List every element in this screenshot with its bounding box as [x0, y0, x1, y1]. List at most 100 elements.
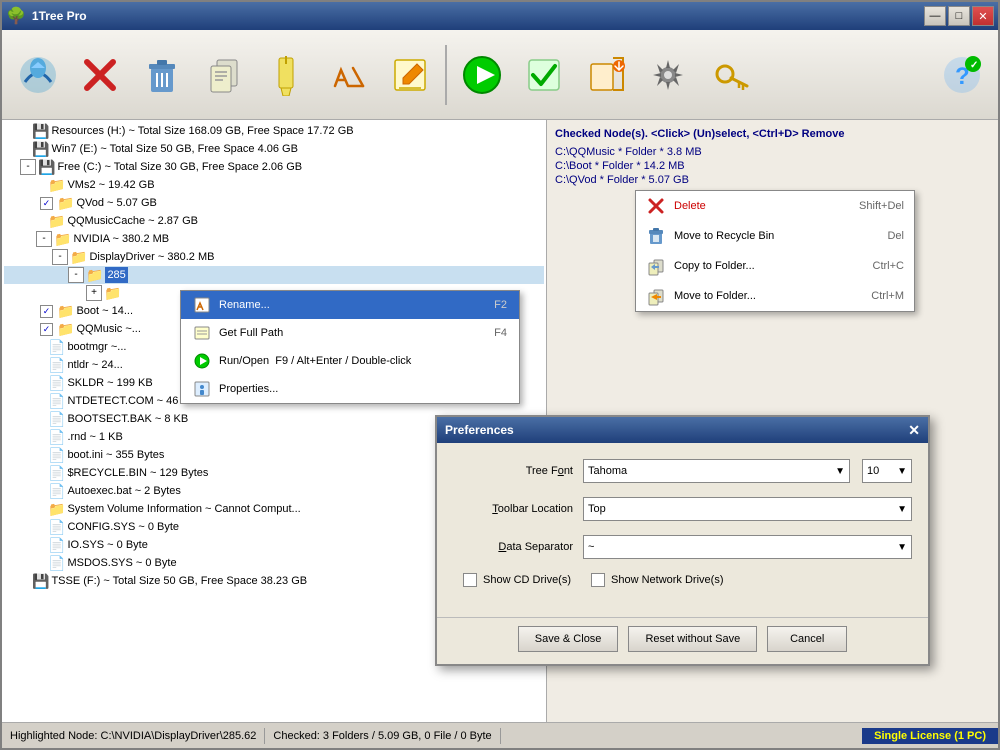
properties-context-icon — [193, 380, 211, 398]
folder-icon: 📁 — [48, 177, 65, 193]
tool-cut-button[interactable] — [256, 39, 316, 111]
cancel-button[interactable]: Cancel — [767, 626, 847, 652]
folder-icon: 📁 — [104, 285, 121, 301]
folder-icon: 📁 — [57, 321, 74, 337]
folder-icon: 📁 — [70, 249, 87, 265]
tree-checkbox[interactable]: ✓ — [40, 197, 53, 210]
preferences-close-button[interactable]: ✕ — [908, 422, 920, 439]
tree-item[interactable]: 📁 VMs2 ~ 19.42 GB — [4, 176, 544, 194]
tool-key-button[interactable] — [700, 39, 760, 111]
rc-copyfolder-label: Copy to Folder... — [674, 260, 865, 272]
tree-item-label: TSSE (F:) ~ Total Size 50 GB, Free Space… — [51, 573, 307, 589]
rc-recycle-item[interactable]: Move to Recycle Bin Del — [636, 221, 914, 251]
tree-item-label: NTDETECT.COM ~ 46 KB — [67, 393, 196, 409]
rc-recycle-label: Move to Recycle Bin — [674, 230, 879, 242]
tree-item-label: SKLDR ~ 199 KB — [67, 375, 152, 391]
tool-copy-button[interactable] — [194, 39, 254, 111]
tool-check-button[interactable] — [514, 39, 574, 111]
save-close-button[interactable]: Save & Close — [518, 626, 619, 652]
tree-expander[interactable]: - — [68, 267, 84, 283]
rename-input[interactable]: 285 — [105, 267, 127, 283]
context-fullpath-item[interactable]: Get Full Path F4 — [181, 319, 519, 347]
tree-checkbox[interactable]: ✓ — [40, 305, 53, 318]
file-icon: 📄 — [48, 447, 65, 463]
rc-copyfolder-item[interactable]: Copy to Folder... Ctrl+C — [636, 251, 914, 281]
tree-item-label: .rnd ~ 1 KB — [67, 429, 122, 445]
folder-icon: 📁 — [54, 231, 71, 247]
tool-export-button[interactable] — [576, 39, 636, 111]
rename-context-icon — [193, 296, 211, 314]
tool-settings-button[interactable] — [638, 39, 698, 111]
preferences-body: Tree Font Tahoma ▼ 10 ▼ Toolbar Location… — [437, 443, 928, 617]
tool-delete-button[interactable] — [70, 39, 130, 111]
tree-expander[interactable]: + — [86, 285, 102, 301]
info-line-2: C:\Boot * Folder * 14.2 MB — [555, 160, 990, 172]
toolbar-separator — [445, 45, 447, 105]
toolbar-location-select[interactable]: Top ▼ — [583, 497, 912, 521]
close-button[interactable]: ✕ — [972, 6, 994, 26]
file-icon: 📄 — [48, 537, 65, 553]
tree-item-label: Free (C:) ~ Total Size 30 GB, Free Space… — [57, 159, 302, 175]
rc-movefolder-shortcut: Ctrl+M — [871, 290, 904, 302]
tree-item[interactable]: 📁 QQMusicCache ~ 2.87 GB — [4, 212, 544, 230]
context-run-item[interactable]: Run/Open F9 / Alt+Enter / Double-click — [181, 347, 519, 375]
context-properties-item[interactable]: Properties... — [181, 375, 519, 403]
check-icon — [523, 54, 565, 96]
tree-expander[interactable]: - — [20, 159, 36, 175]
tree-item-label: QVod ~ 5.07 GB — [76, 195, 156, 211]
pref-checkboxes-row: Show CD Drive(s) Show Network Drive(s) — [453, 573, 912, 587]
data-separator-select[interactable]: ~ ▼ — [583, 535, 912, 559]
tree-font-value: Tahoma — [588, 465, 627, 477]
rc-movefolder-label: Move to Folder... — [674, 290, 863, 302]
file-icon: 📄 — [48, 357, 65, 373]
show-cd-checkbox[interactable] — [463, 573, 477, 587]
tree-item[interactable]: 💾 Win7 (E:) ~ Total Size 50 GB, Free Spa… — [4, 140, 544, 158]
tool-run-button[interactable] — [452, 39, 512, 111]
tree-expander[interactable]: - — [52, 249, 68, 265]
data-separator-value: ~ — [588, 541, 594, 553]
context-rename-item[interactable]: Rename... F2 — [181, 291, 519, 319]
show-network-checkbox[interactable] — [591, 573, 605, 587]
drive-icon: 💾 — [32, 123, 49, 139]
rc-delete-item[interactable]: Delete Shift+Del — [636, 191, 914, 221]
delete-icon — [79, 54, 121, 96]
tree-expander[interactable]: - — [36, 231, 52, 247]
tree-item-selected[interactable]: - 📁 285 — [4, 266, 544, 284]
maximize-button[interactable]: □ — [948, 6, 970, 26]
title-bar-left: 🌳 1Tree Pro — [6, 6, 87, 26]
folder-icon: 📁 — [86, 267, 103, 283]
tree-item[interactable]: ✓ 📁 QVod ~ 5.07 GB — [4, 194, 544, 212]
fullpath-context-icon — [193, 324, 211, 342]
tree-item[interactable]: - 📁 NVIDIA ~ 380.2 MB — [4, 230, 544, 248]
file-icon: 📄 — [48, 393, 65, 409]
context-run-label: Run/Open F9 / Alt+Enter / Double-click — [219, 355, 507, 367]
tool-recycle-button[interactable] — [132, 39, 192, 111]
toolbar-location-value: Top — [588, 503, 606, 515]
tree-item[interactable]: 💾 Resources (H:) ~ Total Size 168.09 GB,… — [4, 122, 544, 140]
tree-item[interactable]: - 💾 Free (C:) ~ Total Size 30 GB, Free S… — [4, 158, 544, 176]
show-cd-label: Show CD Drive(s) — [483, 574, 571, 586]
rc-delete-label: Delete — [674, 200, 851, 212]
tool-edit-button[interactable] — [380, 39, 440, 111]
show-cd-drives-check[interactable]: Show CD Drive(s) — [463, 573, 571, 587]
tool-help-button[interactable]: ? ✓ — [932, 39, 992, 111]
info-line-1: C:\QQMusic * Folder * 3.8 MB — [555, 146, 990, 158]
tree-checkbox[interactable]: ✓ — [40, 323, 53, 336]
key-icon — [709, 54, 751, 96]
help-icon: ? ✓ — [941, 54, 983, 96]
rc-movefolder-item[interactable]: Move to Folder... Ctrl+M — [636, 281, 914, 311]
show-network-label: Show Network Drive(s) — [611, 574, 723, 586]
tool-rename-button[interactable] — [318, 39, 378, 111]
tool-open-button[interactable] — [8, 39, 68, 111]
tree-item-label: MSDOS.SYS ~ 0 Byte — [67, 555, 176, 571]
run-icon — [461, 54, 503, 96]
minimize-button[interactable]: — — [924, 6, 946, 26]
tree-font-select[interactable]: Tahoma ▼ — [583, 459, 850, 483]
reset-without-save-button[interactable]: Reset without Save — [628, 626, 757, 652]
show-network-drives-check[interactable]: Show Network Drive(s) — [591, 573, 723, 587]
status-bar: Highlighted Node: C:\NVIDIA\DisplayDrive… — [2, 722, 998, 748]
tree-font-size-select[interactable]: 10 ▼ — [862, 459, 912, 483]
tree-item-label: DisplayDriver ~ 380.2 MB — [89, 249, 214, 265]
tree-item[interactable]: - 📁 DisplayDriver ~ 380.2 MB — [4, 248, 544, 266]
copy-icon — [203, 54, 245, 96]
